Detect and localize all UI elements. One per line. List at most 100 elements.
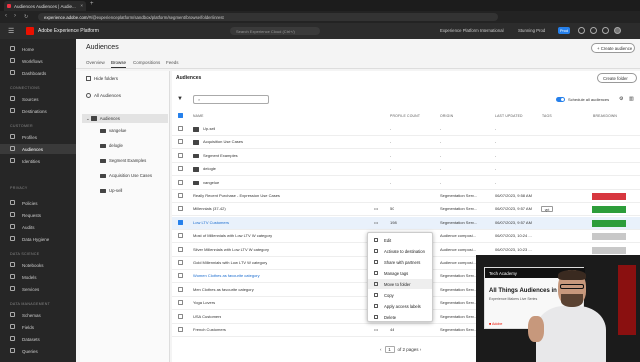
row-checkbox[interactable] bbox=[178, 139, 183, 145]
filter-icon[interactable]: ▼ bbox=[177, 96, 183, 102]
nav-services[interactable]: Services bbox=[0, 284, 76, 294]
audience-name[interactable]: Most of Millennials with Low LTV W categ… bbox=[193, 233, 272, 238]
nav-requests[interactable]: Requests bbox=[0, 210, 76, 220]
audience-name[interactable]: French Customers bbox=[193, 327, 226, 332]
row-checkbox[interactable] bbox=[178, 126, 183, 131]
audience-name[interactable]: Acquisition Use Cases bbox=[203, 139, 243, 144]
notifications-icon[interactable] bbox=[590, 27, 597, 34]
audience-name[interactable]: Men Clothes as favourite category bbox=[193, 287, 254, 292]
hide-folders-button[interactable]: Hide folders bbox=[86, 76, 118, 82]
column-header-tags[interactable]: TAGS bbox=[542, 114, 552, 118]
audience-name[interactable]: Women Clothes as favourite category bbox=[193, 273, 260, 278]
tree-folder[interactable]: vangelue bbox=[100, 128, 126, 134]
global-search-input[interactable]: Search Experience Cloud (Ctrl+/) bbox=[230, 27, 320, 35]
reload-icon[interactable]: ↻ bbox=[24, 14, 28, 20]
new-tab-icon[interactable]: + bbox=[90, 1, 94, 7]
nav-workflows[interactable]: Workflows bbox=[0, 56, 76, 66]
forward-icon[interactable]: › bbox=[14, 13, 16, 19]
audience-name[interactable]: Segment Examples bbox=[203, 153, 238, 158]
nav-data-hygiene[interactable]: Data Hygiene bbox=[0, 234, 76, 244]
menu-item-copy[interactable]: Copy bbox=[368, 290, 432, 300]
org-switcher[interactable]: Experience Platform International bbox=[440, 28, 504, 33]
tab-feeds[interactable]: Feeds bbox=[166, 60, 179, 65]
folder-row[interactable]: delogle - - - bbox=[172, 163, 640, 177]
apps-icon[interactable] bbox=[602, 27, 609, 34]
menu-item-manage-tags[interactable]: Manage tags bbox=[368, 268, 432, 278]
menu-item-apply-access-labels[interactable]: Apply access labels bbox=[368, 301, 432, 311]
row-checkbox[interactable] bbox=[178, 300, 183, 306]
nav-fields[interactable]: Fields bbox=[0, 322, 76, 332]
schedule-all-toggle[interactable] bbox=[556, 97, 565, 102]
row-checkbox[interactable] bbox=[178, 246, 183, 252]
create-folder-button[interactable]: Create folder bbox=[597, 73, 637, 83]
more-actions-icon[interactable]: ••• bbox=[374, 220, 378, 225]
nav-home[interactable]: Home bbox=[0, 44, 76, 54]
nav-models[interactable]: Models bbox=[0, 272, 76, 282]
audience-name[interactable]: Low LTV Customers bbox=[193, 220, 229, 225]
all-audiences-item[interactable]: All Audiences bbox=[86, 93, 121, 99]
row-checkbox[interactable] bbox=[178, 233, 183, 239]
row-checkbox[interactable] bbox=[178, 313, 183, 319]
menu-item-activate-to-destination[interactable]: Activate to destination bbox=[368, 246, 432, 256]
nav-audits[interactable]: Audits bbox=[0, 222, 76, 232]
audience-name[interactable]: Silver Millennials with Low LTV W catego… bbox=[193, 247, 269, 252]
browser-tab[interactable]: Audiences Audiences | Audie... × bbox=[4, 1, 86, 11]
folder-row[interactable]: Segment Examples - - - bbox=[172, 150, 640, 163]
nav-notebooks[interactable]: Notebooks bbox=[0, 260, 76, 270]
row-checkbox[interactable] bbox=[178, 206, 183, 212]
tree-folder[interactable]: Acquisition Use Cases bbox=[100, 173, 152, 179]
folder-row[interactable]: Acquisition Use Cases - - - bbox=[172, 136, 640, 150]
tab-compositions[interactable]: Compositions bbox=[133, 60, 160, 65]
row-checkbox[interactable] bbox=[178, 219, 183, 225]
sandbox-switcher[interactable]: Stunning Prod bbox=[518, 28, 545, 33]
table-row[interactable]: Really Recent Purchase - Expression Use … bbox=[172, 190, 640, 203]
nav-queries[interactable]: Queries bbox=[0, 346, 76, 356]
table-row[interactable]: Low LTV Customers 198 Segmentation Serv...… bbox=[172, 216, 640, 230]
create-audience-button[interactable]: + Create audience bbox=[591, 43, 635, 53]
back-icon[interactable]: ‹ bbox=[5, 13, 7, 19]
row-checkbox[interactable] bbox=[178, 152, 183, 158]
row-checkbox[interactable] bbox=[178, 273, 183, 279]
folder-row[interactable]: vangelue - - - bbox=[172, 177, 640, 190]
column-header-name[interactable]: NAME bbox=[193, 114, 204, 118]
search-input[interactable]: ⌕ bbox=[193, 95, 269, 104]
menu-item-edit[interactable]: Edit bbox=[368, 235, 432, 245]
nav-identities[interactable]: Identities bbox=[0, 156, 76, 166]
more-actions-icon[interactable]: ••• bbox=[374, 206, 378, 211]
select-all-checkbox[interactable] bbox=[178, 113, 183, 118]
nav-policies[interactable]: Policies bbox=[0, 198, 76, 208]
column-header-breakdown[interactable]: BREAKDOWN bbox=[593, 114, 617, 118]
column-header-last-updated[interactable]: LAST UPDATED bbox=[495, 114, 523, 118]
folder-row[interactable]: Up-sell - - - bbox=[172, 123, 640, 136]
tree-folder[interactable]: Segment Examples bbox=[100, 158, 146, 164]
audience-name[interactable]: vangelue bbox=[203, 180, 219, 185]
url-field[interactable]: experience.adobe.com/#/@experienceplatfo… bbox=[38, 13, 498, 21]
prev-page-icon[interactable]: ‹ bbox=[380, 347, 382, 352]
row-checkbox[interactable] bbox=[178, 286, 183, 292]
more-actions-icon[interactable]: ••• bbox=[374, 327, 378, 332]
nav-dashboards[interactable]: Dashboards bbox=[0, 68, 76, 78]
audience-name[interactable]: Millennials (37-42) bbox=[193, 206, 226, 211]
page-number-input[interactable]: 1 bbox=[384, 346, 395, 353]
nav-audiences[interactable]: Audiences bbox=[0, 144, 76, 154]
audience-name[interactable]: USA Customers bbox=[193, 314, 221, 319]
nav-profiles[interactable]: Profiles bbox=[0, 132, 76, 142]
tree-folder[interactable]: Up-sell bbox=[100, 188, 122, 194]
column-header-origin[interactable]: ORIGIN bbox=[440, 114, 453, 118]
row-checkbox[interactable] bbox=[178, 179, 183, 185]
tab-browse[interactable]: Browse bbox=[111, 60, 127, 68]
menu-item-move-to-folder[interactable]: Move to folder bbox=[368, 279, 432, 289]
columns-icon[interactable]: ▥ bbox=[629, 96, 634, 102]
settings-icon[interactable]: ⚙ bbox=[619, 96, 623, 102]
column-header-profile-count[interactable]: PROFILE COUNT bbox=[390, 114, 420, 118]
menu-item-delete[interactable]: Delete bbox=[368, 312, 432, 322]
row-checkbox[interactable] bbox=[178, 327, 183, 332]
next-page-icon[interactable]: › bbox=[420, 347, 422, 352]
nav-sources[interactable]: Sources bbox=[0, 94, 76, 104]
tree-root-audiences[interactable]: ⌄ Audiences bbox=[82, 114, 168, 123]
tab-overview[interactable]: Overview bbox=[86, 60, 105, 65]
tree-folder[interactable]: delogle bbox=[100, 143, 123, 149]
nav-schemas[interactable]: Schemas bbox=[0, 310, 76, 320]
row-checkbox[interactable] bbox=[178, 166, 183, 172]
close-tab-icon[interactable]: × bbox=[80, 3, 83, 8]
